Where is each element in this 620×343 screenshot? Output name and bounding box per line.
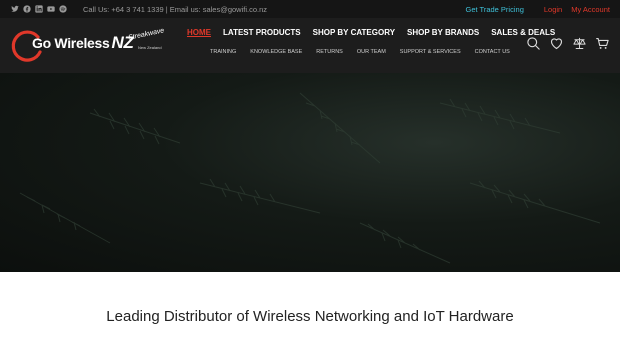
contact-info: Call Us: +64 3 741 1339 | Email us: sale… [83, 4, 268, 14]
page-headline: Leading Distributor of Wireless Networki… [106, 308, 514, 325]
site-logo[interactable]: Go Wireless NZ Streakwave New Zealand [10, 27, 170, 64]
search-icon[interactable] [526, 36, 541, 51]
heart-icon[interactable] [549, 36, 564, 51]
my-account-link[interactable]: My Account [571, 5, 610, 14]
nav-latest-products[interactable]: LATEST PRODUCTS [223, 28, 301, 37]
twitter-icon[interactable] [11, 5, 19, 13]
nav-knowledge-base[interactable]: KNOWLEDGE BASE [250, 49, 302, 55]
login-link[interactable]: Login [544, 5, 562, 14]
nav-support-services[interactable]: SUPPORT & SERVICES [400, 49, 461, 55]
trade-pricing-link[interactable]: Get Trade Pricing [466, 5, 524, 14]
nav-returns[interactable]: RETURNS [316, 49, 343, 55]
nav-contact-us[interactable]: CONTACT US [475, 49, 510, 55]
facebook-icon[interactable] [23, 5, 31, 13]
nav-home[interactable]: HOME [187, 28, 211, 37]
account-links: Get Trade Pricing Login My Account [466, 5, 611, 14]
top-utility-bar: Call Us: +64 3 741 1339 | Email us: sale… [0, 0, 620, 18]
main-navigation: HOME LATEST PRODUCTS SHOP BY CATEGORY SH… [187, 28, 567, 37]
secondary-navigation: TRAINING KNOWLEDGE BASE RETURNS OUR TEAM… [210, 49, 524, 55]
linkedin-icon[interactable] [35, 5, 43, 13]
logo-wordmark: Go Wireless NZ [32, 33, 134, 53]
compare-scale-icon[interactable] [572, 36, 587, 51]
hero-banner [0, 73, 620, 272]
nav-shop-by-category[interactable]: SHOP BY CATEGORY [313, 28, 395, 37]
logo-name: Go Wireless [32, 35, 110, 51]
youtube-icon[interactable] [47, 5, 55, 13]
header-actions [526, 36, 610, 51]
social-links [11, 5, 67, 13]
nav-our-team[interactable]: OUR TEAM [357, 49, 386, 55]
pine-foliage-image [19, 92, 601, 264]
nav-shop-by-brands[interactable]: SHOP BY BRANDS [407, 28, 479, 37]
site-header: Go Wireless NZ Streakwave New Zealand HOM… [0, 18, 620, 73]
logo-partner: Streakwave [127, 27, 165, 42]
spotify-icon[interactable] [59, 5, 67, 13]
cart-icon[interactable] [595, 36, 610, 51]
logo-partner-sub: New Zealand [138, 45, 162, 50]
nav-training[interactable]: TRAINING [210, 49, 236, 55]
